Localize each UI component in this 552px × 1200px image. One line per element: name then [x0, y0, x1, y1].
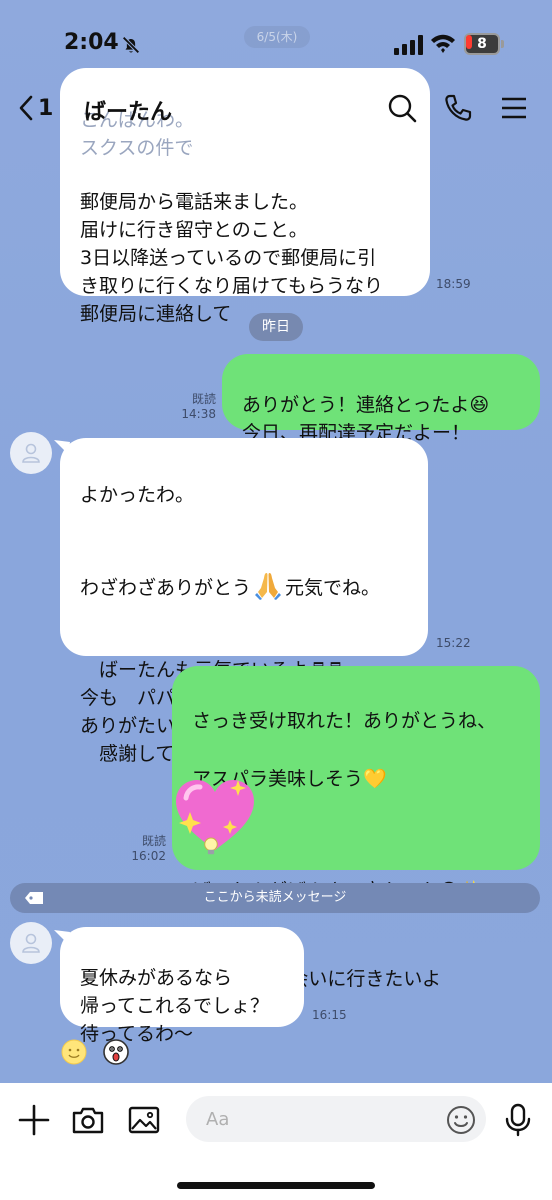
- unread-label: ここから未読メッセージ: [203, 890, 347, 905]
- default-user-icon: [22, 443, 40, 463]
- unread-chat-count: 1: [38, 95, 54, 121]
- message-time: 14:38: [181, 407, 216, 421]
- back-button[interactable]: 1: [18, 92, 53, 124]
- message-input[interactable]: [186, 1096, 486, 1142]
- microphone-icon[interactable]: [500, 1102, 536, 1138]
- incoming-message-bubble[interactable]: よかったわ。 わざわざありがとう 元気でね。 ばーたんも元気でいるよ♬♬ 今も …: [60, 438, 428, 765]
- battery-indicator: 8: [464, 33, 504, 55]
- message-text: 元気でね。: [285, 577, 381, 599]
- status-time: 2:04: [64, 30, 119, 55]
- outgoing-message-bubble[interactable]: ありがとう！連絡とったよ😆 今日、再配達予定だよー！: [222, 354, 540, 444]
- date-separator: 昨日: [249, 313, 303, 341]
- incoming-message-bubble[interactable]: 夏休みがあるなら 帰ってこれるでしょ？ 待ってるわ〜: [60, 927, 304, 1045]
- message-text: 夏休みがあるなら 帰ってこれるでしょ？ 待ってるわ〜: [80, 967, 270, 1045]
- chat-title: ばーたん: [84, 100, 173, 125]
- message-time: 16:02: [131, 849, 166, 863]
- chevron-left-icon: [19, 95, 33, 121]
- photo-gallery-icon[interactable]: [126, 1102, 162, 1138]
- cellular-signal-icon: [394, 35, 423, 55]
- message-line: わざわざありがとう 元気でね。: [80, 538, 408, 604]
- phone-icon[interactable]: [442, 92, 474, 124]
- wifi-icon: [431, 34, 455, 53]
- smiley-reaction-icon[interactable]: [60, 1038, 88, 1066]
- chat-header: 1 ばーたん: [0, 80, 552, 136]
- battery-level: 8: [477, 36, 487, 52]
- unread-messages-divider: ここから未読メッセージ: [10, 883, 540, 913]
- home-indicator[interactable]: [177, 1182, 375, 1189]
- tag-icon: [25, 892, 43, 904]
- read-receipt: 既読 14:38: [180, 392, 216, 422]
- menu-icon[interactable]: [498, 92, 530, 124]
- search-icon[interactable]: [386, 92, 418, 124]
- lightbulb-icon: [204, 837, 218, 855]
- camera-icon[interactable]: [70, 1102, 106, 1138]
- avatar[interactable]: [10, 432, 52, 474]
- read-label: 既読: [191, 392, 216, 406]
- faded-date-pill: 6/5(木): [244, 26, 310, 48]
- message-time: 18:59: [436, 277, 471, 291]
- message-line: よかったわ。: [80, 484, 195, 506]
- message-time: 15:22: [436, 636, 471, 650]
- message-time: 16:15: [312, 1008, 347, 1022]
- emoji-icon[interactable]: [445, 1104, 477, 1136]
- plus-icon[interactable]: [16, 1102, 52, 1138]
- message-text: わざわざありがとう: [80, 577, 252, 599]
- read-receipt: 既読 16:02: [126, 834, 166, 864]
- default-user-icon: [22, 933, 40, 953]
- surprised-bear-reaction-icon[interactable]: [102, 1038, 130, 1066]
- read-label: 既読: [141, 834, 166, 848]
- message-line: さっき受け取れた！ありがとうね、: [192, 710, 497, 732]
- praying-hands-icon: [255, 573, 282, 600]
- avatar[interactable]: [10, 922, 52, 964]
- message-text: 郵便局から電話来ました。 届けに行き留守とのこと。 3日以降送っているので郵便局…: [80, 191, 384, 325]
- bell-off-icon: [122, 36, 140, 54]
